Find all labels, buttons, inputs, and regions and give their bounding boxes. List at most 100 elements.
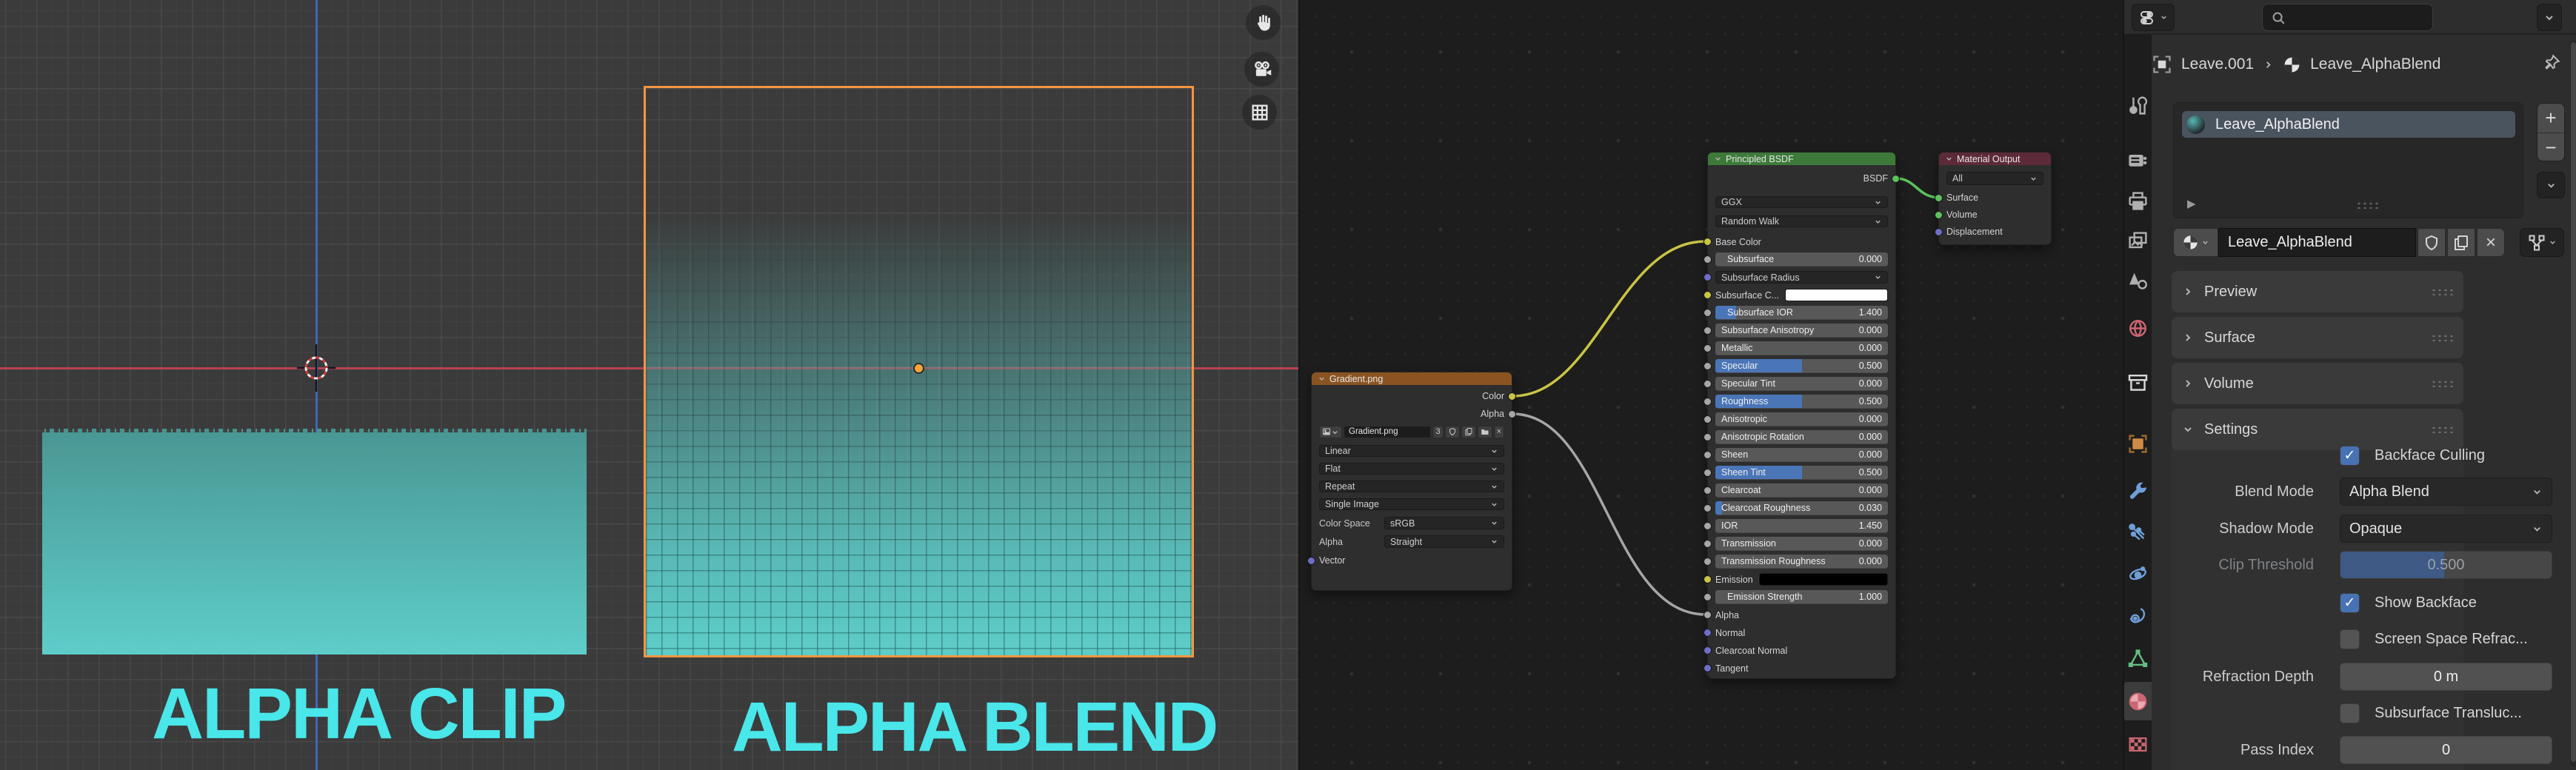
- panel-volume-header[interactable]: Volume: [2172, 363, 2463, 404]
- subsurface-anisotropy-slider[interactable]: Subsurface Anisotropy0.000: [1715, 324, 1888, 338]
- scrollbar-thumb[interactable]: [2571, 42, 2576, 762]
- emission-strength-slider[interactable]: Emission Strength1.000: [1715, 590, 1888, 604]
- subsurface-c-color-swatch[interactable]: [1785, 289, 1888, 301]
- blend-mode-dropdown[interactable]: Alpha Blend: [2340, 478, 2552, 506]
- add-slot-button[interactable]: +: [2537, 104, 2564, 133]
- open-image-button[interactable]: [1478, 426, 1492, 438]
- base-color-socket[interactable]: [1704, 238, 1712, 246]
- editor-type-button[interactable]: [2132, 4, 2175, 31]
- output-target-dropdown[interactable]: All: [1946, 172, 2043, 185]
- sheen-socket[interactable]: [1704, 451, 1712, 459]
- sheen-tint-slider[interactable]: Sheen Tint0.500: [1715, 466, 1888, 480]
- sheen-tint-socket[interactable]: [1704, 469, 1712, 477]
- pass-index-field[interactable]: 0: [2340, 736, 2552, 764]
- anisotropic-slider[interactable]: Anisotropic0.000: [1715, 412, 1888, 426]
- normal-socket[interactable]: [1704, 629, 1712, 637]
- subsurface-radius-dropdown[interactable]: Subsurface Radius: [1715, 271, 1888, 284]
- material-slot-selected[interactable]: Leave_AlphaBlend: [2182, 111, 2515, 138]
- show-backface-checkbox[interactable]: ✓: [2340, 593, 2360, 613]
- new-material-button[interactable]: [2447, 228, 2475, 257]
- linear-dropdown[interactable]: Linear: [1319, 445, 1504, 457]
- subsurface-c-socket[interactable]: [1704, 291, 1712, 299]
- surface-socket[interactable]: [1935, 194, 1943, 202]
- list-expand-arrow[interactable]: ▶: [2187, 197, 2196, 210]
- screen-space-refrac-checkbox[interactable]: [2340, 629, 2360, 649]
- subsurface-radius-socket[interactable]: [1704, 273, 1712, 281]
- node-tree-button[interactable]: [2520, 228, 2564, 257]
- fake-user-button[interactable]: [1445, 426, 1460, 438]
- slot-specials-button[interactable]: [2537, 172, 2565, 198]
- clip-threshold-slider[interactable]: 0.500: [2340, 551, 2552, 579]
- anisotropic-rotation-socket[interactable]: [1704, 433, 1712, 441]
- sheen-slider[interactable]: Sheen0.000: [1715, 448, 1888, 462]
- panel-drag-grip[interactable]: [2431, 426, 2453, 433]
- single-image-dropdown[interactable]: Single Image: [1319, 498, 1504, 510]
- tab-tool[interactable]: [2124, 86, 2152, 124]
- viewport-3d[interactable]: ALPHA CLIP ALPHA BLEND: [0, 0, 1298, 770]
- subsurface-ior-socket[interactable]: [1704, 309, 1712, 317]
- emission-strength-socket[interactable]: [1704, 593, 1712, 601]
- pin-icon[interactable]: [2542, 53, 2561, 77]
- anisotropic-socket[interactable]: [1704, 415, 1712, 424]
- material-slot-list[interactable]: Leave_AlphaBlend ▶: [2173, 102, 2523, 218]
- tab-output[interactable]: [2124, 181, 2152, 220]
- color-output-socket[interactable]: [1508, 392, 1516, 401]
- clearcoat-roughness-socket[interactable]: [1704, 504, 1712, 512]
- material-browse-button[interactable]: [2173, 228, 2218, 257]
- unlink-image-button[interactable]: ×: [1494, 426, 1504, 438]
- specular-socket[interactable]: [1704, 362, 1712, 370]
- clearcoat-roughness-slider[interactable]: Clearcoat Roughness0.030: [1715, 501, 1888, 515]
- tab-scene[interactable]: [2124, 261, 2152, 300]
- collapse-chevron-icon[interactable]: [1318, 375, 1326, 383]
- random-walk-dropdown[interactable]: Random Walk: [1715, 215, 1888, 227]
- image-node-header[interactable]: Gradient.png: [1312, 372, 1512, 385]
- transmission-roughness-socket[interactable]: [1704, 558, 1712, 566]
- unlink-material-button[interactable]: ×: [2477, 228, 2505, 257]
- specular-tint-slider[interactable]: Specular Tint0.000: [1715, 377, 1888, 391]
- search-input[interactable]: [2262, 4, 2433, 31]
- tab-render[interactable]: [2124, 141, 2152, 180]
- alpha-blend-label[interactable]: ALPHA BLEND: [732, 687, 1217, 768]
- bsdf-node-header[interactable]: Principled BSDF: [1708, 153, 1895, 165]
- clearcoat-normal-socket[interactable]: [1704, 646, 1712, 654]
- displacement-socket[interactable]: [1935, 228, 1943, 236]
- roughness-slider[interactable]: Roughness0.500: [1715, 395, 1888, 409]
- subsurface-slider[interactable]: Subsurface0.000: [1715, 252, 1888, 267]
- tab-view-layer[interactable]: [2124, 221, 2152, 260]
- repeat-dropdown[interactable]: Repeat: [1319, 481, 1504, 492]
- list-resize-grip[interactable]: [2356, 201, 2378, 209]
- emission-socket[interactable]: [1704, 575, 1712, 583]
- breadcrumb-object[interactable]: Leave.001: [2181, 56, 2254, 73]
- ior-slider[interactable]: IOR1.450: [1715, 519, 1888, 533]
- grid-view-icon[interactable]: [1242, 95, 1277, 130]
- tangent-socket[interactable]: [1704, 664, 1712, 672]
- breadcrumb-material[interactable]: Leave_AlphaBlend: [2310, 56, 2440, 73]
- backface-culling-checkbox[interactable]: ✓: [2340, 446, 2360, 466]
- output-node-header[interactable]: Material Output: [1939, 153, 2051, 165]
- subsurface-socket[interactable]: [1704, 255, 1712, 264]
- image-users-count[interactable]: 3: [1432, 426, 1443, 438]
- subsurface-anisotropy-socket[interactable]: [1704, 327, 1712, 335]
- material-output-node[interactable]: Material Output All SurfaceVolumeDisplac…: [1938, 152, 2052, 245]
- tab-world[interactable]: [2124, 309, 2152, 347]
- bsdf-output-socket[interactable]: [1892, 175, 1900, 183]
- alpha-dropdown[interactable]: Straight: [1384, 535, 1504, 548]
- specular-tint-socket[interactable]: [1704, 380, 1712, 388]
- alpha-output-socket[interactable]: [1508, 410, 1516, 418]
- scrollbar[interactable]: [2570, 41, 2576, 766]
- pan-hand-icon[interactable]: [1246, 5, 1281, 40]
- panel-surface-header[interactable]: Surface: [2172, 317, 2463, 358]
- metallic-socket[interactable]: [1704, 344, 1712, 352]
- clearcoat-slider[interactable]: Clearcoat0.000: [1715, 483, 1888, 498]
- tab-collection[interactable]: [2124, 364, 2152, 402]
- alpha-clip-plane[interactable]: [42, 432, 587, 654]
- subsurface-transluc-checkbox[interactable]: [2340, 703, 2360, 723]
- flat-dropdown[interactable]: Flat: [1319, 463, 1504, 475]
- roughness-socket[interactable]: [1704, 398, 1712, 406]
- transmission-roughness-slider[interactable]: Transmission Roughness0.000: [1715, 555, 1888, 569]
- specular-slider[interactable]: Specular0.500: [1715, 359, 1888, 373]
- image-name-field[interactable]: Gradient.png: [1344, 426, 1431, 438]
- clearcoat-socket[interactable]: [1704, 486, 1712, 495]
- panel-drag-grip[interactable]: [2431, 334, 2453, 341]
- collapse-chevron-icon[interactable]: [1714, 155, 1722, 163]
